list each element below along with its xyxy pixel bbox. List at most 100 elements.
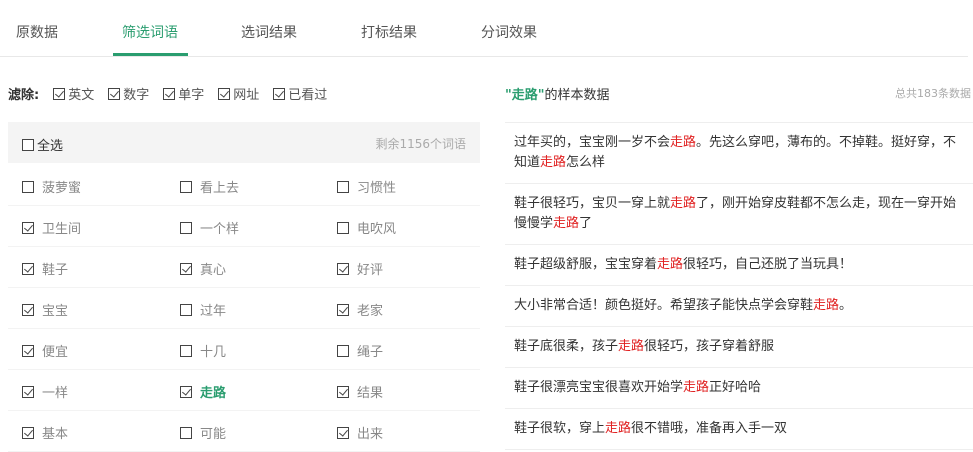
word-checkbox[interactable]: 走路 bbox=[180, 382, 226, 401]
word-label: 看上去 bbox=[200, 181, 240, 196]
tab-2[interactable]: 选词结果 bbox=[241, 22, 297, 42]
word-label: 宝宝 bbox=[42, 304, 69, 319]
filter-label: 滤除: bbox=[8, 88, 40, 103]
filter-checkbox[interactable]: 数字 bbox=[108, 84, 149, 103]
word-checkbox[interactable]: 结果 bbox=[337, 382, 383, 401]
filter-bar: 滤除: 英文 数字 单字 网址 已看过 bbox=[8, 84, 341, 103]
sample-item: 鞋子很软，穿上走路很不错哦，准备再入手一双 bbox=[505, 409, 973, 450]
checkbox-icon bbox=[53, 87, 66, 100]
word-label: 真心 bbox=[200, 263, 227, 278]
word-label: 一个样 bbox=[200, 222, 240, 237]
word-label: 十几 bbox=[200, 345, 227, 360]
checkbox-icon bbox=[180, 303, 192, 316]
filter-option-label: 单字 bbox=[178, 88, 205, 103]
checkbox-icon bbox=[180, 385, 192, 398]
sample-text: 很轻巧，自己还脱了当玩具！ bbox=[683, 257, 853, 272]
checkbox-icon bbox=[218, 87, 231, 100]
word-label: 电吹风 bbox=[357, 222, 397, 237]
remaining-count: 剩余1156个词语 bbox=[375, 137, 466, 151]
word-row: 一样 走路 结果 bbox=[8, 370, 480, 411]
word-checkbox[interactable]: 可能 bbox=[180, 423, 226, 442]
sample-item: 大小非常合适！颜色挺好。希望孩子能快点学会穿鞋走路。 bbox=[505, 286, 973, 327]
sample-keyword: 走路 bbox=[540, 155, 567, 170]
filter-option-label: 已看过 bbox=[288, 88, 328, 103]
checkbox-icon bbox=[180, 262, 192, 275]
checkbox-icon bbox=[180, 344, 192, 357]
word-label: 鞋子 bbox=[42, 263, 69, 278]
word-label: 走路 bbox=[200, 386, 227, 401]
word-label: 一样 bbox=[42, 386, 69, 401]
sample-item: 鞋子很漂亮宝宝很喜欢开始学走路正好哈哈 bbox=[505, 368, 973, 409]
checkbox-icon bbox=[180, 180, 192, 193]
filter-checkbox[interactable]: 单字 bbox=[163, 84, 204, 103]
tab-4[interactable]: 分词效果 bbox=[481, 22, 537, 42]
samples-keyword: "走路" bbox=[505, 88, 545, 103]
checkbox-icon bbox=[337, 262, 349, 275]
checkbox-icon bbox=[337, 221, 349, 234]
word-label: 习惯性 bbox=[357, 181, 397, 196]
filter-option-label: 英文 bbox=[68, 88, 95, 103]
word-label: 结果 bbox=[357, 386, 384, 401]
word-row: 菠萝蜜 看上去 习惯性 bbox=[8, 165, 480, 206]
word-checkbox[interactable]: 过年 bbox=[180, 300, 226, 319]
word-checkbox[interactable]: 习惯性 bbox=[337, 177, 396, 196]
word-checkbox[interactable]: 卫生间 bbox=[22, 218, 81, 237]
word-checkbox[interactable]: 出来 bbox=[337, 423, 383, 442]
checkbox-icon bbox=[22, 221, 34, 234]
sample-text: 过年买的，宝宝刚一岁不会 bbox=[514, 135, 671, 150]
filter-checkbox[interactable]: 网址 bbox=[218, 84, 259, 103]
word-row: 便宜 十几 绳子 bbox=[8, 329, 480, 370]
samples-title: "走路"的样本数据 bbox=[505, 84, 610, 103]
samples-total: 总共183条数据 bbox=[895, 87, 971, 100]
word-list-header: 全选 剩余1156个词语 bbox=[8, 122, 480, 163]
word-checkbox[interactable]: 好评 bbox=[337, 259, 383, 278]
checkbox-icon bbox=[163, 87, 176, 100]
tab-3[interactable]: 打标结果 bbox=[361, 22, 417, 42]
filter-checkbox[interactable]: 英文 bbox=[53, 84, 94, 103]
word-checkbox[interactable]: 电吹风 bbox=[337, 218, 396, 237]
word-checkbox[interactable]: 宝宝 bbox=[22, 300, 68, 319]
filter-checkbox[interactable]: 已看过 bbox=[273, 84, 327, 103]
checkbox-icon bbox=[22, 138, 34, 151]
sample-keyword: 走路 bbox=[813, 298, 840, 313]
word-checkbox[interactable]: 绳子 bbox=[337, 341, 383, 360]
checkbox-icon bbox=[180, 426, 192, 439]
checkbox-icon bbox=[337, 426, 349, 439]
word-checkbox[interactable]: 菠萝蜜 bbox=[22, 177, 81, 196]
sample-keyword: 走路 bbox=[670, 196, 697, 211]
word-checkbox[interactable]: 基本 bbox=[22, 423, 68, 442]
sample-text: 怎么样 bbox=[566, 155, 606, 170]
word-row: 卫生间 一个样 电吹风 bbox=[8, 206, 480, 247]
samples-list: 过年买的，宝宝刚一岁不会走路。先这么穿吧，薄布的。不掉鞋。挺好穿，不知道走路怎么… bbox=[505, 122, 973, 450]
word-checkbox[interactable]: 一个样 bbox=[180, 218, 239, 237]
sample-keyword: 走路 bbox=[618, 339, 645, 354]
word-label: 可能 bbox=[200, 427, 227, 442]
sample-text: 鞋子很漂亮宝宝很喜欢开始学 bbox=[514, 380, 684, 395]
checkbox-icon bbox=[22, 180, 34, 193]
sample-item: 鞋子底很柔，孩子走路很轻巧，孩子穿着舒服 bbox=[505, 327, 973, 368]
sample-text: 很轻巧，孩子穿着舒服 bbox=[644, 339, 775, 354]
sample-text: 大小非常合适！颜色挺好。希望孩子能快点学会穿鞋 bbox=[514, 298, 814, 313]
word-checkbox[interactable]: 真心 bbox=[180, 259, 226, 278]
checkbox-icon bbox=[337, 180, 349, 193]
word-checkbox[interactable]: 老家 bbox=[337, 300, 383, 319]
word-grid: 菠萝蜜 看上去 习惯性卫生间 一个样 电吹风鞋子 真心 好评宝宝 过年 老家便宜 十几 绳子一样 走路… bbox=[8, 165, 480, 452]
sample-keyword: 走路 bbox=[670, 135, 697, 150]
checkbox-icon bbox=[273, 87, 286, 100]
tab-bar: 原数据 筛选词语 选词结果 打标结果 分词效果 bbox=[0, 0, 968, 57]
tab-1[interactable]: 筛选词语 bbox=[122, 22, 178, 42]
word-label: 绳子 bbox=[357, 345, 384, 360]
checkbox-icon bbox=[180, 221, 192, 234]
word-checkbox[interactable]: 鞋子 bbox=[22, 259, 68, 278]
checkbox-icon bbox=[22, 385, 34, 398]
word-checkbox[interactable]: 十几 bbox=[180, 341, 226, 360]
select-all-checkbox[interactable]: 全选 bbox=[22, 135, 63, 154]
sample-text: 鞋子很软，穿上 bbox=[514, 421, 606, 436]
tab-0[interactable]: 原数据 bbox=[16, 22, 58, 42]
word-checkbox[interactable]: 便宜 bbox=[22, 341, 68, 360]
sample-text: 很不错哦，准备再入手一双 bbox=[631, 421, 788, 436]
sample-text: 鞋子底很柔，孩子 bbox=[514, 339, 619, 354]
word-checkbox[interactable]: 一样 bbox=[22, 382, 68, 401]
samples-title-suffix: 的样本数据 bbox=[544, 88, 610, 103]
word-checkbox[interactable]: 看上去 bbox=[180, 177, 239, 196]
